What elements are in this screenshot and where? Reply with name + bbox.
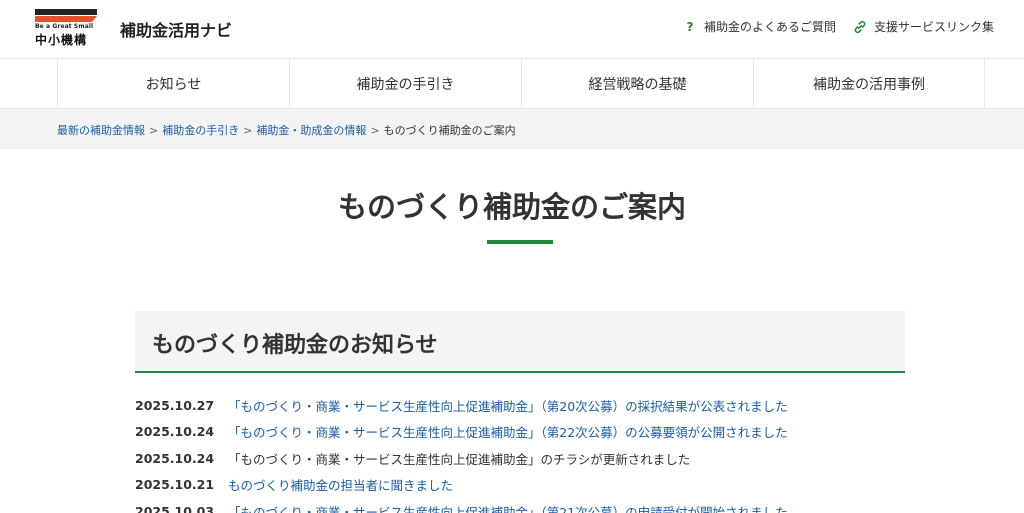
- page-title: ものづくり補助金のご案内: [337, 190, 686, 224]
- logo-stripe-red: [35, 16, 97, 22]
- news-date: 2025.10.24: [135, 450, 215, 466]
- news-date: 2025.10.24: [135, 424, 215, 440]
- title-underline: [487, 240, 553, 244]
- news-list: 2025.10.27 「ものづくり・商業・サービス生産性向上促進補助金」（第20…: [135, 392, 905, 513]
- logo-tagline: Be a Great Small: [35, 23, 94, 30]
- smrj-logo[interactable]: Be a Great Small 中小機構: [35, 9, 99, 47]
- news-item: 2025.10.27 「ものづくり・商業・サービス生産性向上促進補助金」（第20…: [135, 392, 905, 419]
- news-title-link[interactable]: 「ものづくり・商業・サービス生産性向上促進補助金」（第20次公募）の採択結果が公…: [228, 396, 788, 415]
- support-links-link[interactable]: 支援サービスリンク集: [852, 18, 994, 35]
- breadcrumb-separator: >: [370, 123, 380, 137]
- breadcrumb-separator: >: [243, 123, 253, 137]
- news-title-link[interactable]: 「ものづくり・商業・サービス生産性向上促進補助金」のチラシが更新されました: [228, 449, 690, 468]
- breadcrumb-item-latest[interactable]: 最新の補助金情報: [57, 122, 145, 138]
- breadcrumb-bar: 最新の補助金情報 > 補助金の手引き > 補助金・助成金の情報 > ものづくり補…: [0, 109, 1024, 149]
- faq-link-label: 補助金のよくあるご質問: [704, 20, 837, 34]
- breadcrumb: 最新の補助金情報 > 補助金の手引き > 補助金・助成金の情報 > ものづくり補…: [57, 122, 516, 138]
- breadcrumb-item-grants[interactable]: 補助金・助成金の情報: [256, 122, 366, 138]
- news-section-title: ものづくり補助金のお知らせ: [152, 333, 438, 358]
- nav-item-guide[interactable]: 補助金の手引き: [289, 59, 521, 108]
- news-date: 2025.10.21: [135, 477, 215, 493]
- news-item: 2025.10.24 「ものづくり・商業・サービス生産性向上促進補助金」（第22…: [135, 419, 905, 446]
- site-header: Be a Great Small 中小機構 補助金活用ナビ ? 補助金のよくある…: [0, 0, 1024, 58]
- breadcrumb-item-guide[interactable]: 補助金の手引き: [162, 122, 239, 138]
- news-item: 2025.10.03 「ものづくり・商業・サービス生産性向上促進補助金」（第21…: [135, 498, 905, 513]
- breadcrumb-current: ものづくり補助金のご案内: [383, 124, 516, 137]
- nav-item-news[interactable]: お知らせ: [57, 59, 289, 108]
- news-title-link[interactable]: ものづくり補助金の担当者に聞きました: [228, 475, 453, 494]
- nav-item-case-studies[interactable]: 補助金の活用事例: [753, 59, 985, 108]
- news-item: 2025.10.21 ものづくり補助金の担当者に聞きました: [135, 472, 905, 499]
- support-links-label: 支援サービスリンク集: [874, 20, 995, 34]
- news-title-link[interactable]: 「ものづくり・商業・サービス生産性向上促進補助金」（第22次公募）の公募要領が公…: [228, 422, 788, 441]
- link-icon: [852, 19, 868, 35]
- news-date: 2025.10.27: [135, 397, 215, 413]
- nav-item-strategy-basics[interactable]: 経営戦略の基礎: [521, 59, 753, 108]
- news-title-link[interactable]: 「ものづくり・商業・サービス生産性向上促進補助金」（第21次公募）の申請受付が開…: [228, 502, 788, 513]
- logo-stripe-black: [35, 9, 97, 15]
- question-icon: ?: [686, 19, 694, 34]
- logo-name: 中小機構: [35, 33, 88, 47]
- news-date: 2025.10.03: [135, 503, 215, 513]
- news-section-header: ものづくり補助金のお知らせ: [135, 311, 905, 373]
- site-title[interactable]: 補助金活用ナビ: [120, 17, 232, 41]
- news-item: 2025.10.24 「ものづくり・商業・サービス生産性向上促進補助金」のチラシ…: [135, 445, 905, 472]
- faq-link[interactable]: ? 補助金のよくあるご質問: [682, 18, 837, 35]
- global-nav: お知らせ 補助金の手引き 経営戦略の基礎 補助金の活用事例: [0, 58, 1024, 109]
- breadcrumb-separator: >: [149, 123, 159, 137]
